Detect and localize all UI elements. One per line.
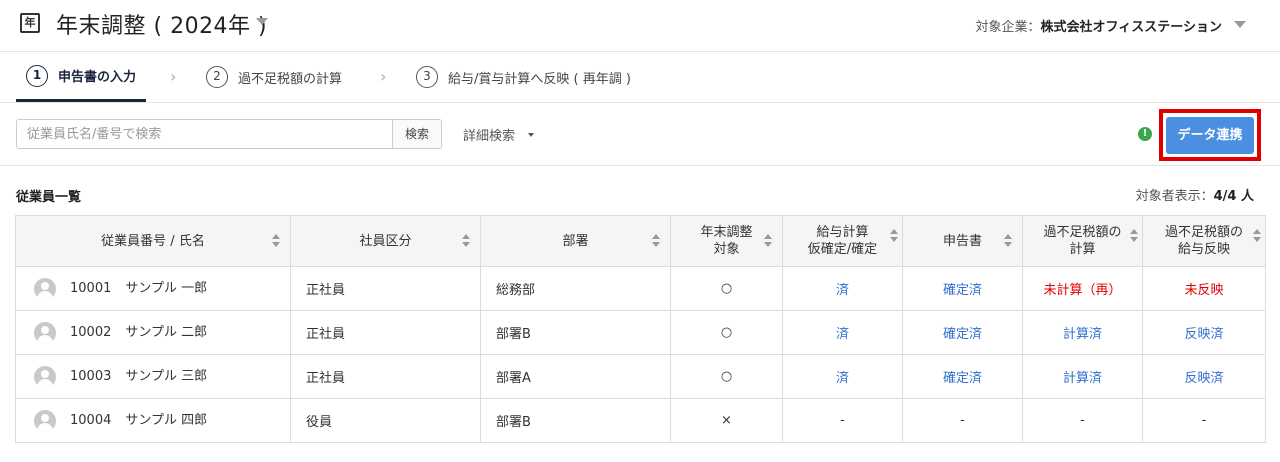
calc-status[interactable]: 計算済 (1022, 354, 1143, 399)
employee-list-title: 従業員一覧 (16, 190, 82, 205)
year-end-target: × (670, 398, 783, 443)
chevron-right-icon: › (170, 67, 177, 86)
sort-icon[interactable] (1253, 229, 1261, 243)
employee-cell[interactable]: 10003 サンプル 三郎 (15, 354, 291, 399)
count-value: 4/4 人 (1213, 189, 1254, 204)
reflect-status: - (1142, 398, 1266, 443)
department: 部署B (480, 398, 671, 443)
form-status[interactable]: 確定済 (902, 310, 1023, 355)
avatar-icon (34, 321, 56, 344)
employee-type: 正社員 (290, 354, 481, 399)
year-end-target: ○ (670, 354, 783, 399)
employee-number: 10003 (70, 369, 112, 385)
employee-cell[interactable]: 10002 サンプル 二郎 (15, 310, 291, 355)
year-dropdown-icon[interactable] (256, 18, 268, 25)
employee-table: 従業員番号 / 氏名 社員区分 部署 年末調整 対象 給与計算 仮確定/確定 申告書… (15, 215, 1266, 443)
reflect-status[interactable]: 反映済 (1142, 354, 1266, 399)
target-count: 対象者表示：4/4 人 (1136, 185, 1254, 204)
company-selector[interactable]: 対象企業：株式会社オフィスステーション (976, 16, 1223, 35)
calendar-year-icon: 年 (20, 13, 40, 33)
step-tabs: 1 申告書の入力 › 2 過不足税額の計算 › 3 給与/賞与計算へ反映 ( 再… (0, 52, 1280, 103)
tab-step-2[interactable]: 2 過不足税額の計算 (206, 52, 342, 102)
employee-type: 正社員 (290, 266, 481, 311)
table-row[interactable]: 10002 サンプル 二郎 正社員 部署B ○ 済 確定済 計算済 反映済 (15, 310, 1266, 355)
reflect-status[interactable]: 未反映 (1142, 266, 1266, 311)
avatar-icon (34, 277, 56, 300)
sort-icon[interactable] (652, 234, 660, 248)
app-header: 年 年末調整 ( 2024年 ) 対象企業：株式会社オフィスステーション (0, 0, 1280, 52)
company-dropdown-icon[interactable] (1234, 21, 1246, 28)
employee-search-input[interactable] (16, 119, 393, 149)
step-label: 給与/賞与計算へ反映 ( 再年調 ) (448, 71, 631, 87)
department: 部署A (480, 354, 671, 399)
step-label: 過不足税額の計算 (238, 71, 343, 87)
column-header-type[interactable]: 社員区分 (290, 215, 481, 267)
company-label: 対象企業： (975, 20, 1041, 35)
year-end-target: ○ (670, 266, 783, 311)
form-status[interactable]: 確定済 (902, 354, 1023, 399)
column-header-calc[interactable]: 過不足税額の 計算 (1022, 215, 1143, 267)
form-status[interactable]: 確定済 (902, 266, 1023, 311)
search-button[interactable]: 検索 (392, 119, 442, 149)
step-number-icon: 2 (206, 66, 228, 88)
sort-icon[interactable] (1130, 229, 1138, 243)
form-status: - (902, 398, 1023, 443)
tab-step-3[interactable]: 3 給与/賞与計算へ反映 ( 再年調 ) (416, 52, 631, 102)
employee-type: 正社員 (290, 310, 481, 355)
column-header-target[interactable]: 年末調整 対象 (670, 215, 783, 267)
department: 部署B (480, 310, 671, 355)
step-number-icon: 3 (416, 66, 438, 88)
advanced-search-toggle[interactable]: 詳細検索 (463, 125, 515, 144)
employee-number: 10001 (70, 281, 112, 297)
employee-number: 10002 (70, 325, 112, 341)
column-header-payroll[interactable]: 給与計算 仮確定/確定 (782, 215, 903, 267)
payroll-status[interactable]: 済 (782, 310, 903, 355)
employee-name[interactable]: サンプル 二郎 (125, 325, 207, 340)
employee-type: 役員 (290, 398, 481, 443)
sort-icon[interactable] (272, 234, 280, 248)
column-header-form[interactable]: 申告書 (902, 215, 1023, 267)
search-toolbar: 検索 詳細検索 ! データ連携 (0, 103, 1280, 166)
table-row[interactable]: 10003 サンプル 三郎 正社員 部署A ○ 済 確定済 計算済 反映済 (15, 354, 1266, 399)
sort-icon[interactable] (462, 234, 470, 248)
employee-cell[interactable]: 10001 サンプル 一郎 (15, 266, 291, 311)
table-row[interactable]: 10001 サンプル 一郎 正社員 総務部 ○ 済 確定済 未計算（再） 未反映 (15, 266, 1266, 311)
employee-cell[interactable]: 10004 サンプル 四郎 (15, 398, 291, 443)
payroll-status: - (782, 398, 903, 443)
employee-number: 10004 (70, 413, 112, 429)
employee-name[interactable]: サンプル 四郎 (125, 413, 207, 428)
avatar-icon (34, 365, 56, 388)
count-label: 対象者表示： (1135, 189, 1214, 204)
sort-icon[interactable] (1004, 234, 1012, 248)
employee-name[interactable]: サンプル 一郎 (125, 281, 207, 296)
caret-down-icon[interactable] (528, 133, 534, 137)
year-end-target: ○ (670, 310, 783, 355)
employee-name[interactable]: サンプル 三郎 (125, 369, 207, 384)
reflect-status[interactable]: 反映済 (1142, 310, 1266, 355)
column-header-employee[interactable]: 従業員番号 / 氏名 (15, 215, 291, 267)
column-header-dept[interactable]: 部署 (480, 215, 671, 267)
sort-icon[interactable] (890, 229, 898, 243)
department: 総務部 (480, 266, 671, 311)
calc-status[interactable]: 計算済 (1022, 310, 1143, 355)
data-link-button[interactable]: データ連携 (1166, 117, 1254, 154)
step-label: 申告書の入力 (58, 70, 137, 85)
page-title[interactable]: 年末調整 ( 2024年 ) (56, 8, 267, 40)
chevron-right-icon: › (380, 67, 387, 86)
company-name: 株式会社オフィスステーション (1040, 20, 1222, 35)
sort-icon[interactable] (764, 234, 772, 248)
step-number-icon: 1 (26, 64, 48, 87)
table-header-row: 従業員番号 / 氏名 社員区分 部署 年末調整 対象 給与計算 仮確定/確定 申告書… (15, 215, 1266, 267)
column-header-reflect[interactable]: 過不足税額の 給与反映 (1142, 215, 1266, 267)
table-row[interactable]: 10004 サンプル 四郎 役員 部署B × - - - - (15, 398, 1266, 443)
payroll-status[interactable]: 済 (782, 266, 903, 311)
payroll-status[interactable]: 済 (782, 354, 903, 399)
calc-status: - (1022, 398, 1143, 443)
tab-step-1[interactable]: 1 申告書の入力 (16, 52, 147, 102)
alert-icon: ! (1138, 127, 1152, 141)
avatar-icon (34, 409, 56, 432)
calc-status[interactable]: 未計算（再） (1022, 266, 1143, 311)
